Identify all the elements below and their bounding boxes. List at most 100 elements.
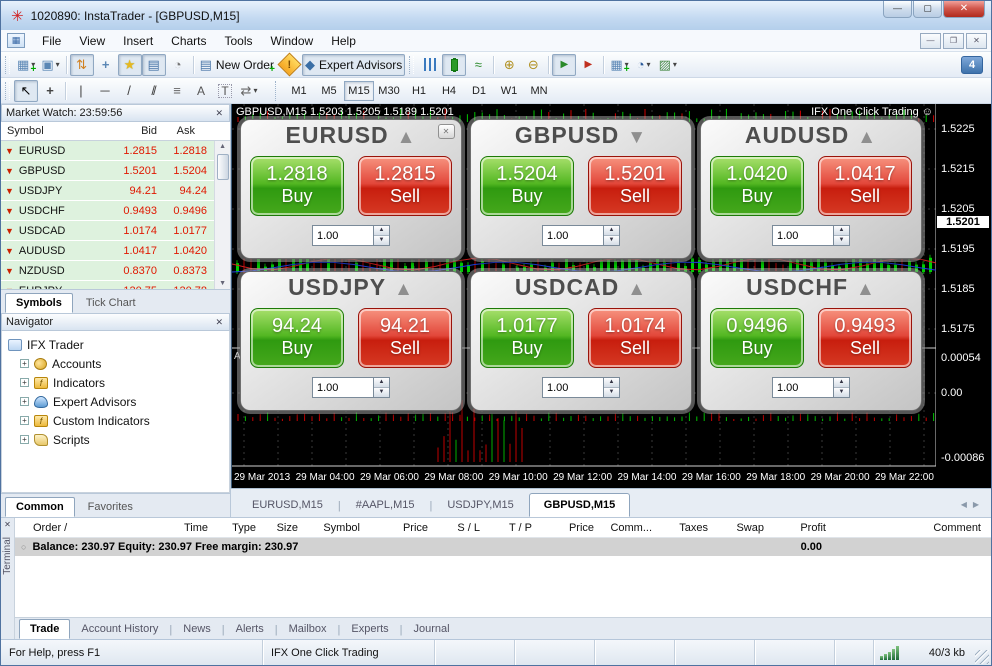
tree-item-expert-advisors[interactable]: +Expert Advisors bbox=[8, 392, 229, 411]
sell-button[interactable]: 1.2815Sell bbox=[358, 156, 452, 216]
fibonacci-icon[interactable]: ≡ bbox=[165, 80, 189, 102]
sell-button[interactable]: 1.0174Sell bbox=[588, 308, 682, 368]
symbol-row-audusd[interactable]: ▼AUDUSD1.04171.0420 bbox=[1, 241, 214, 261]
tab-scroll-right-icon[interactable]: ▶ bbox=[973, 500, 985, 509]
zoom-out-icon[interactable]: ⊖ bbox=[521, 54, 545, 76]
arrows-tool-icon[interactable]: ⇄▾ bbox=[237, 80, 261, 102]
column-header[interactable]: Swap bbox=[714, 522, 770, 534]
spin-up-icon[interactable]: ▲ bbox=[834, 378, 849, 387]
balance-row[interactable]: ○ Balance: 230.97 Equity: 230.97 Free ma… bbox=[15, 538, 991, 556]
tab-account-history[interactable]: Account History bbox=[70, 619, 169, 639]
buy-button[interactable]: 0.9496Buy bbox=[710, 308, 804, 368]
channel-icon[interactable]: // bbox=[141, 80, 165, 102]
column-header-symbol[interactable]: Symbol bbox=[1, 122, 107, 140]
column-header[interactable]: S / L bbox=[434, 522, 486, 534]
child-close-icon[interactable]: ✕ bbox=[966, 33, 987, 49]
tree-item-custom-indicators[interactable]: +fCustom Indicators bbox=[8, 411, 229, 430]
close-icon[interactable]: ✕ bbox=[943, 1, 985, 18]
tree-item-accounts[interactable]: +Accounts bbox=[8, 354, 229, 373]
symbol-row-eurjpy[interactable]: ▼EURJPY120.75120.78 bbox=[1, 281, 214, 289]
spin-down-icon[interactable]: ▼ bbox=[834, 235, 849, 245]
expand-icon[interactable]: + bbox=[20, 435, 29, 444]
expand-icon[interactable]: + bbox=[20, 378, 29, 387]
volume-input[interactable] bbox=[772, 377, 834, 398]
menu-tools[interactable]: Tools bbox=[216, 32, 262, 50]
column-header[interactable]: Comm... bbox=[600, 522, 658, 534]
period-w1[interactable]: W1 bbox=[494, 81, 524, 101]
tab-symbols[interactable]: Symbols bbox=[5, 293, 73, 313]
volume-input[interactable] bbox=[542, 377, 604, 398]
buy-button[interactable]: 94.24Buy bbox=[250, 308, 344, 368]
spin-up-icon[interactable]: ▲ bbox=[604, 378, 619, 387]
tab-news[interactable]: News bbox=[172, 619, 222, 639]
label-tool-icon[interactable]: T bbox=[213, 80, 237, 102]
child-minimize-icon[interactable]: — bbox=[920, 33, 941, 49]
tab-trade[interactable]: Trade bbox=[19, 619, 70, 639]
sell-button[interactable]: 0.9493Sell bbox=[818, 308, 912, 368]
column-header[interactable]: Size bbox=[262, 522, 304, 534]
buy-button[interactable]: 1.5204Buy bbox=[480, 156, 574, 216]
column-header[interactable]: Order / bbox=[19, 522, 109, 534]
chart-window[interactable]: GBPUSD,M15 1.5203 1.5205 1.5189 1.5201 I… bbox=[231, 104, 991, 488]
column-header[interactable]: Type bbox=[214, 522, 262, 534]
zoom-in-icon[interactable]: ⊕ bbox=[497, 54, 521, 76]
period-m1[interactable]: M1 bbox=[284, 81, 314, 101]
volume-input[interactable] bbox=[312, 225, 374, 246]
auto-scroll-icon[interactable]: ▶ bbox=[552, 54, 576, 76]
candlestick-chart-icon[interactable] bbox=[442, 54, 466, 76]
menu-window[interactable]: Window bbox=[262, 32, 323, 50]
scroll-up-icon[interactable]: ▲ bbox=[219, 141, 226, 152]
periods-icon[interactable]: ◔▾ bbox=[632, 54, 656, 76]
tab-journal[interactable]: Journal bbox=[403, 619, 461, 639]
close-icon[interactable]: ✕ bbox=[213, 317, 225, 328]
chart-tab-gbpusd[interactable]: GBPUSD,M15 bbox=[529, 493, 631, 517]
tab-favorites[interactable]: Favorites bbox=[77, 497, 144, 517]
menu-charts[interactable]: Charts bbox=[162, 32, 215, 50]
menu-insert[interactable]: Insert bbox=[114, 32, 162, 50]
tree-root-ifx-trader[interactable]: IFX Trader bbox=[8, 335, 229, 354]
column-header-bid[interactable]: Bid bbox=[107, 122, 161, 140]
spin-up-icon[interactable]: ▲ bbox=[374, 378, 389, 387]
crosshair-tool-icon[interactable]: + bbox=[38, 80, 62, 102]
tab-experts[interactable]: Experts bbox=[340, 619, 399, 639]
symbol-row-eurusd[interactable]: ▼EURUSD1.28151.2818 bbox=[1, 141, 214, 161]
symbol-row-nzdusd[interactable]: ▼NZDUSD0.83700.8373 bbox=[1, 261, 214, 281]
buy-button[interactable]: 1.2818Buy bbox=[250, 156, 344, 216]
bar-chart-icon[interactable] bbox=[418, 54, 442, 76]
navigator-toggle-icon[interactable]: ★ bbox=[118, 54, 142, 76]
new-chart-icon[interactable]: ▦+▾ bbox=[14, 54, 38, 76]
sell-button[interactable]: 1.5201Sell bbox=[588, 156, 682, 216]
volume-input[interactable] bbox=[312, 377, 374, 398]
volume-input[interactable] bbox=[542, 225, 604, 246]
column-header[interactable]: Symbol bbox=[304, 522, 366, 534]
tab-tick-chart[interactable]: Tick Chart bbox=[75, 293, 147, 313]
spin-down-icon[interactable]: ▼ bbox=[374, 387, 389, 397]
close-icon[interactable]: ✕ bbox=[438, 124, 455, 139]
strategy-tester-icon[interactable]: ◔ bbox=[166, 54, 190, 76]
spin-down-icon[interactable]: ▼ bbox=[604, 387, 619, 397]
minimize-icon[interactable]: — bbox=[883, 1, 912, 18]
scroll-down-icon[interactable]: ▼ bbox=[219, 278, 226, 289]
child-restore-icon[interactable]: ❐ bbox=[943, 33, 964, 49]
column-header-ask[interactable]: Ask bbox=[161, 122, 199, 140]
symbol-row-gbpusd[interactable]: ▼GBPUSD1.52011.5204 bbox=[1, 161, 214, 181]
column-header[interactable]: T / P bbox=[486, 522, 538, 534]
column-header[interactable]: Price bbox=[366, 522, 434, 534]
volume-input[interactable] bbox=[772, 225, 834, 246]
buy-button[interactable]: 1.0177Buy bbox=[480, 308, 574, 368]
column-header[interactable]: Profit bbox=[770, 522, 832, 534]
period-d1[interactable]: D1 bbox=[464, 81, 494, 101]
chart-tab-eurusd[interactable]: EURUSD,M15 bbox=[237, 493, 338, 517]
tab-common[interactable]: Common bbox=[5, 497, 75, 517]
maximize-icon[interactable]: ▢ bbox=[913, 1, 942, 18]
data-window-icon[interactable]: + bbox=[94, 54, 118, 76]
expand-icon[interactable]: + bbox=[20, 416, 29, 425]
menu-view[interactable]: View bbox=[70, 32, 114, 50]
scrollbar-thumb[interactable] bbox=[217, 154, 229, 180]
tree-item-scripts[interactable]: +Scripts bbox=[8, 430, 229, 449]
period-h4[interactable]: H4 bbox=[434, 81, 464, 101]
vertical-line-icon[interactable]: | bbox=[69, 80, 93, 102]
time-axis[interactable]: 29 Mar 201329 Mar 04:0029 Mar 06:0029 Ma… bbox=[232, 467, 936, 488]
menu-help[interactable]: Help bbox=[322, 32, 365, 50]
symbol-row-usdcad[interactable]: ▼USDCAD1.01741.0177 bbox=[1, 221, 214, 241]
